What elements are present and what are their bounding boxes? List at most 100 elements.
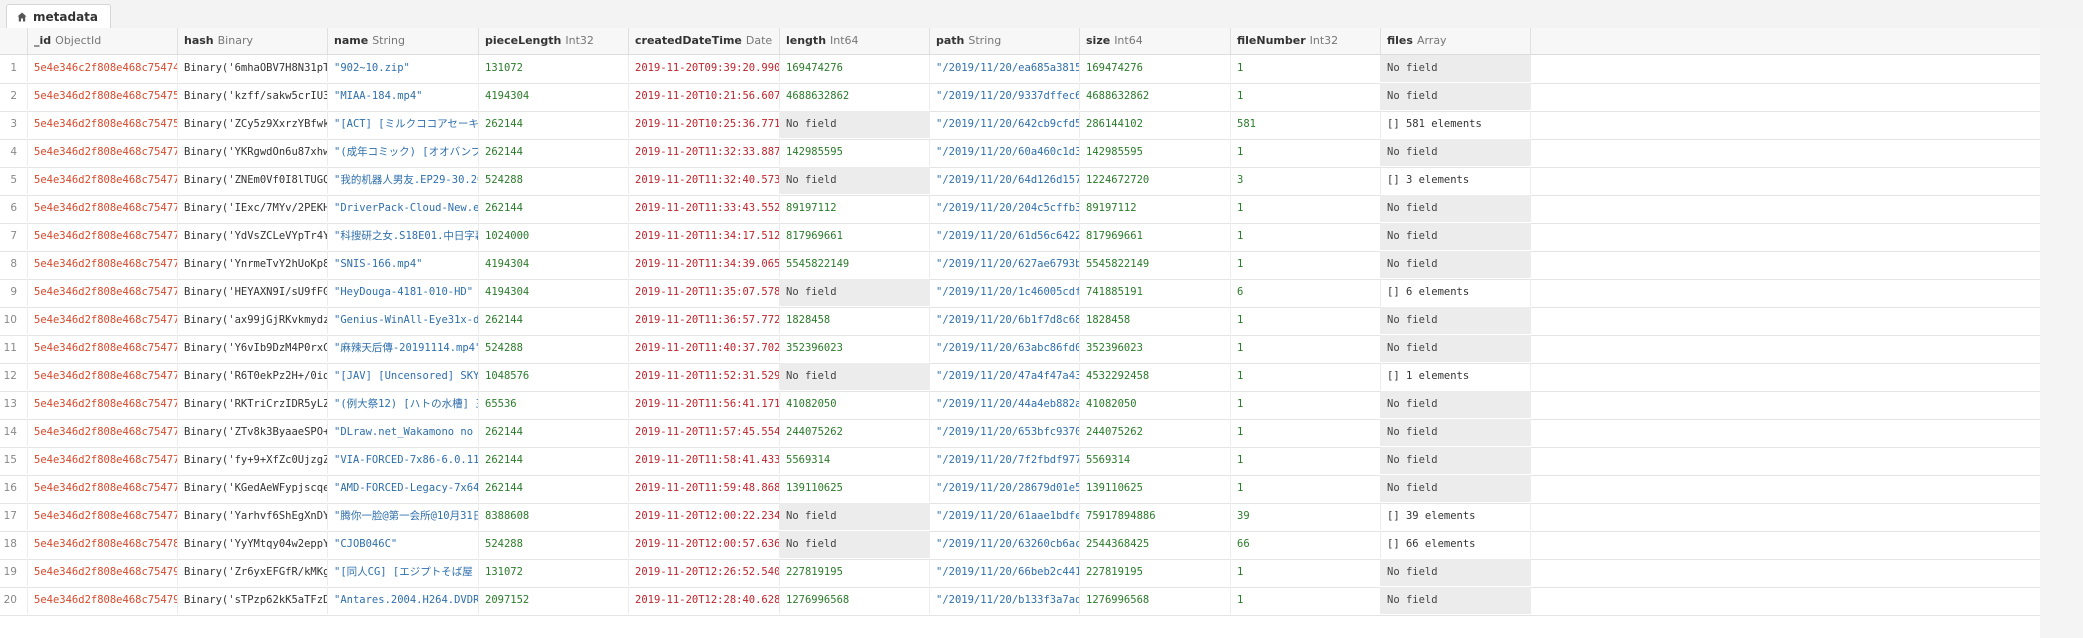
column-header-length[interactable]: length Int64 xyxy=(780,28,930,54)
cell-pieceLength[interactable]: 4194304 xyxy=(479,279,629,306)
table-row[interactable]: 5 5e4e346d2f808e468c754773 Binary('ZNEm0Vf… xyxy=(0,167,2040,196)
cell-name[interactable]: "科搜研之女.S18E01.中日字幕.HDTV xyxy=(328,223,479,250)
cell-fileNumber[interactable]: 1 xyxy=(1231,195,1381,222)
table-row[interactable]: 15 5e4e346d2f808e468c75477d Binary('fy+9+X… xyxy=(0,447,2040,476)
cell-path[interactable]: "/2019/11/20/b133f3a7ada42b9 xyxy=(930,587,1080,614)
cell-createdDateTime[interactable]: 2019-11-20T11:40:37.702+00:00 xyxy=(629,335,780,362)
cell-name[interactable]: "DriverPack-Cloud-New.exe" xyxy=(328,195,479,222)
cell-name[interactable]: "我的机器人男友.EP29-30.2019.72 xyxy=(328,167,479,194)
cell-size[interactable]: 1828458 xyxy=(1080,307,1231,334)
table-row[interactable]: 9 5e4e346d2f808e468c754777 Binary('HEYAXN9… xyxy=(0,279,2040,308)
cell-hash[interactable]: Binary('YKRgwdOn6u87xhwV5XpH xyxy=(178,139,328,166)
cell-createdDateTime[interactable]: 2019-11-20T11:32:40.573+00:00 xyxy=(629,167,780,194)
cell-length[interactable]: No field xyxy=(780,167,930,194)
table-row[interactable]: 8 5e4e346d2f808e468c754776 Binary('YnrmeTv… xyxy=(0,251,2040,280)
cell-createdDateTime[interactable]: 2019-11-20T11:52:31.529+00:00 xyxy=(629,363,780,390)
cell-hash[interactable]: Binary('RKTriCrzIDR5yLZ00TFxu xyxy=(178,391,328,418)
cell-files[interactable]: No field xyxy=(1381,447,1531,474)
cell-length[interactable]: 352396023 xyxy=(780,335,930,362)
cell-pieceLength[interactable]: 4194304 xyxy=(479,251,629,278)
cell-name[interactable]: "CJOB046C" xyxy=(328,531,479,558)
cell-fileNumber[interactable]: 1 xyxy=(1231,335,1381,362)
cell-hash[interactable]: Binary('kzff/sakw5crIU3zdN5R xyxy=(178,83,328,110)
cell-_id[interactable]: 5e4e346d2f808e468c75477b xyxy=(28,391,178,418)
cell-pieceLength[interactable]: 1024000 xyxy=(479,223,629,250)
cell-files[interactable]: [] 1 elements xyxy=(1381,363,1531,390)
cell-length[interactable]: 4688632862 xyxy=(780,83,930,110)
cell-path[interactable]: "/2019/11/20/ea685a38157b1fc xyxy=(930,55,1080,82)
cell-path[interactable]: "/2019/11/20/627ae6793bd8da1 xyxy=(930,251,1080,278)
cell-name[interactable]: "(例大祭12) [ハトの水槽] 三狂に恵 xyxy=(328,391,479,418)
cell-name[interactable]: "MIAA-184.mp4" xyxy=(328,83,479,110)
cell-createdDateTime[interactable]: 2019-11-20T09:39:20.990+00:00 xyxy=(629,55,780,82)
cell-files[interactable]: No field xyxy=(1381,419,1531,446)
cell-fileNumber[interactable]: 1 xyxy=(1231,391,1381,418)
cell-name[interactable]: "腾你一脸@第一会所@10月31日~精选 xyxy=(328,503,479,530)
cell-path[interactable]: "/2019/11/20/63260cb6acb4e30 xyxy=(930,531,1080,558)
cell-length[interactable]: 139110625 xyxy=(780,475,930,502)
cell-name[interactable]: "VIA-FORCED-7x86-6.0.11.1100 xyxy=(328,447,479,474)
column-header-hash[interactable]: hash Binary xyxy=(178,28,328,54)
table-row[interactable]: 19 5e4e346d2f808e468c754794 Binary('Zr6yxE… xyxy=(0,559,2040,588)
cell-size[interactable]: 244075262 xyxy=(1080,419,1231,446)
cell-size[interactable]: 75917894886 xyxy=(1080,503,1231,530)
cell-pieceLength[interactable]: 131072 xyxy=(479,55,629,82)
cell-name[interactable]: "[JAV] [Uncensored] SKYHD-083 xyxy=(328,363,479,390)
column-header-createdDateTime[interactable]: createdDateTime Date xyxy=(629,28,780,54)
cell-length[interactable]: No field xyxy=(780,279,930,306)
cell-pieceLength[interactable]: 524288 xyxy=(479,531,629,558)
cell-name[interactable]: "902~10.zip" xyxy=(328,55,479,82)
cell-size[interactable]: 169474276 xyxy=(1080,55,1231,82)
cell-_id[interactable]: 5e4e346d2f808e468c754778 xyxy=(28,307,178,334)
cell-length[interactable]: 244075262 xyxy=(780,419,930,446)
cell-hash[interactable]: Binary('R6T0ekPz2H+/0idGV59cl xyxy=(178,363,328,390)
cell-path[interactable]: "/2019/11/20/64d126d157f423c xyxy=(930,167,1080,194)
table-row[interactable]: 14 5e4e346d2f808e468c75477c Binary('ZTv8k3… xyxy=(0,419,2040,448)
cell-size[interactable]: 227819195 xyxy=(1080,559,1231,586)
cell-length[interactable]: No field xyxy=(780,503,930,530)
cell-path[interactable]: "/2019/11/20/7f2fbdf977d9734 xyxy=(930,447,1080,474)
cell-_id[interactable]: 5e4e346d2f808e468c754772 xyxy=(28,139,178,166)
cell-_id[interactable]: 5e4e346d2f808e468c754777 xyxy=(28,279,178,306)
cell-length[interactable]: 5569314 xyxy=(780,447,930,474)
cell-fileNumber[interactable]: 39 xyxy=(1231,503,1381,530)
cell-files[interactable]: No field xyxy=(1381,55,1531,82)
table-row[interactable]: 20 5e4e346d2f808e468c754795 Binary('sTPzp6… xyxy=(0,587,2040,616)
cell-files[interactable]: [] 39 elements xyxy=(1381,503,1531,530)
cell-size[interactable]: 139110625 xyxy=(1080,475,1231,502)
cell-_id[interactable]: 5e4e346d2f808e468c75475e xyxy=(28,111,178,138)
cell-hash[interactable]: Binary('ZTv8k3ByaaeSPO+E5s2g xyxy=(178,419,328,446)
cell-pieceLength[interactable]: 262144 xyxy=(479,307,629,334)
cell-_id[interactable]: 5e4e346d2f808e468c754795 xyxy=(28,587,178,614)
cell-_id[interactable]: 5e4e346d2f808e468c754779 xyxy=(28,335,178,362)
table-row[interactable]: 1 5e4e346c2f808e468c754749 Binary('6mhaOBV… xyxy=(0,55,2040,84)
cell-size[interactable]: 1224672720 xyxy=(1080,167,1231,194)
cell-length[interactable]: 142985595 xyxy=(780,139,930,166)
cell-fileNumber[interactable]: 581 xyxy=(1231,111,1381,138)
cell-_id[interactable]: 5e4e346d2f808e468c754773 xyxy=(28,167,178,194)
cell-files[interactable]: No field xyxy=(1381,139,1531,166)
cell-files[interactable]: No field xyxy=(1381,251,1531,278)
cell-createdDateTime[interactable]: 2019-11-20T11:32:33.887+00:00 xyxy=(629,139,780,166)
cell-pieceLength[interactable]: 262144 xyxy=(479,419,629,446)
cell-fileNumber[interactable]: 1 xyxy=(1231,307,1381,334)
cell-name[interactable]: "HeyDouga-4181-010-HD" xyxy=(328,279,479,306)
cell-fileNumber[interactable]: 6 xyxy=(1231,279,1381,306)
cell-hash[interactable]: Binary('YnrmeTvY2hUoKp8uJyw5 xyxy=(178,251,328,278)
cell-_id[interactable]: 5e4e346d2f808e468c75477d xyxy=(28,447,178,474)
cell-hash[interactable]: Binary('YyYMtqy04w2eppYBcviY xyxy=(178,531,328,558)
cell-files[interactable]: No field xyxy=(1381,195,1531,222)
table-row[interactable]: 17 5e4e346d2f808e468c75477f Binary('Yarhvf… xyxy=(0,503,2040,532)
cell-path[interactable]: "/2019/11/20/63abc86fd0f3338 xyxy=(930,335,1080,362)
cell-length[interactable]: 227819195 xyxy=(780,559,930,586)
cell-files[interactable]: No field xyxy=(1381,587,1531,614)
cell-pieceLength[interactable]: 2097152 xyxy=(479,587,629,614)
cell-length[interactable]: No field xyxy=(780,363,930,390)
cell-size[interactable]: 1276996568 xyxy=(1080,587,1231,614)
cell-_id[interactable]: 5e4e346d2f808e468c75477c xyxy=(28,419,178,446)
cell-fileNumber[interactable]: 3 xyxy=(1231,167,1381,194)
cell-hash[interactable]: Binary('Zr6yxEFGfR/kMKgNWzOXl xyxy=(178,559,328,586)
cell-fileNumber[interactable]: 1 xyxy=(1231,447,1381,474)
table-row[interactable]: 12 5e4e346d2f808e468c75477a Binary('R6T0ek… xyxy=(0,363,2040,392)
cell-_id[interactable]: 5e4e346d2f808e468c75475d xyxy=(28,83,178,110)
